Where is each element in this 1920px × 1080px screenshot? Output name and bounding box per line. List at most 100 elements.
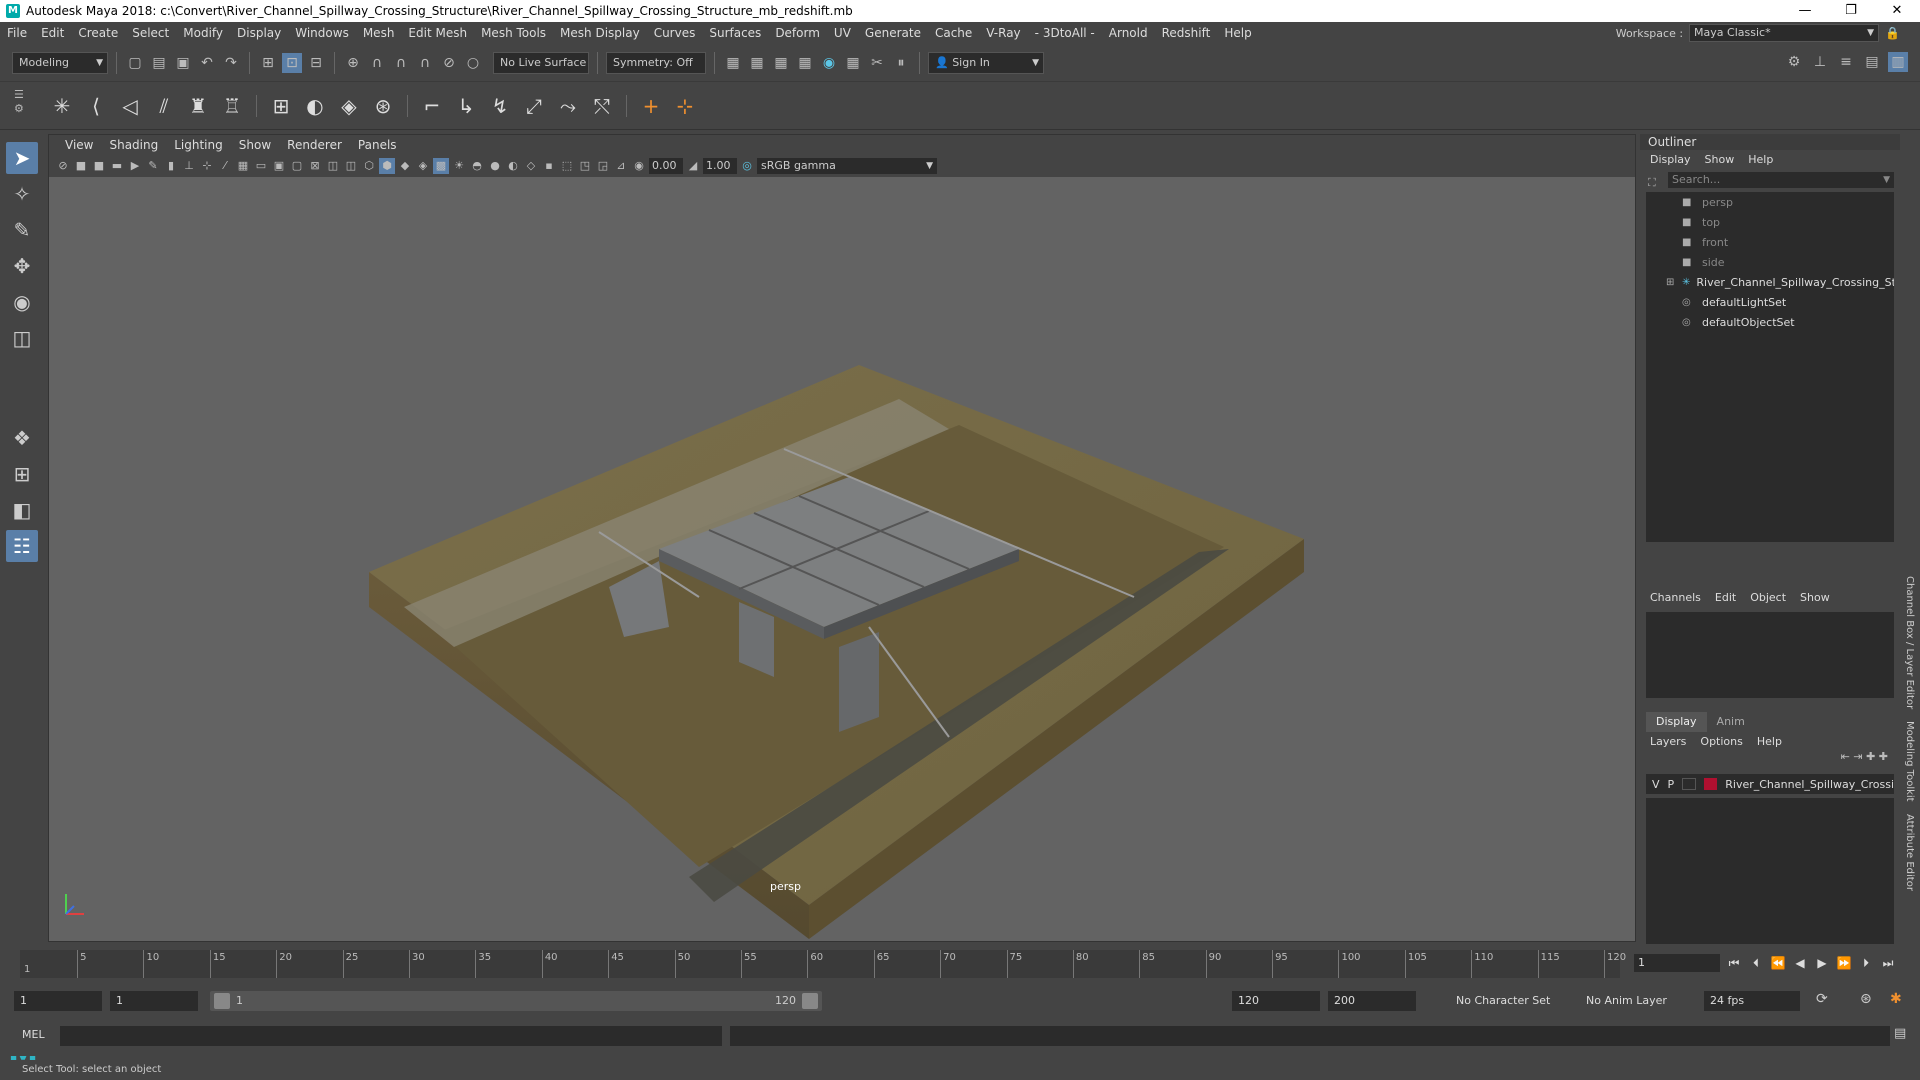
rs-settings-icon[interactable]: ✂ <box>867 53 887 73</box>
move-layer-up-icon[interactable]: ⇤ <box>1841 750 1850 763</box>
safe-title-icon[interactable]: ⊠ <box>307 158 323 174</box>
wireframe-mode-icon[interactable]: ⬡ <box>361 158 377 174</box>
time-slider-track[interactable]: 1 5 10 15 20 25 30 35 40 45 50 55 60 65 70 75 80 85 90 95 1… <box>20 950 1626 978</box>
go-to-start-icon[interactable]: ⏮ <box>1726 954 1742 972</box>
camera-icon[interactable]: ■ <box>73 158 89 174</box>
shadows-icon[interactable]: ☀ <box>451 158 467 174</box>
image-plane-icon[interactable]: ▬ <box>109 158 125 174</box>
constraint-scale-icon[interactable]: ⤢ <box>520 92 548 120</box>
scale-tool-icon[interactable]: ◫ <box>6 322 38 354</box>
loop-icon[interactable]: ⟳ <box>1816 991 1828 1007</box>
range-start-handle[interactable] <box>214 993 230 1009</box>
undo-icon[interactable]: ↶ <box>197 53 217 73</box>
constraint-parent-icon[interactable]: ⌐ <box>418 92 446 120</box>
layer-row[interactable]: V P River_Channel_Spillway_Crossi <box>1646 774 1894 794</box>
outliner-item-top[interactable]: ■ top <box>1646 212 1894 232</box>
quick-rig-icon[interactable]: ⫽ <box>150 92 178 120</box>
playback-end-field[interactable]: 120 <box>1232 991 1320 1011</box>
camera-attributes-icon[interactable]: ⊘ <box>55 158 71 174</box>
outliner-menu-help[interactable]: Help <box>1748 153 1773 166</box>
playback-start-field[interactable]: 1 <box>110 991 198 1011</box>
layer-playback-toggle[interactable]: P <box>1668 778 1675 791</box>
outliner-menu-display[interactable]: Display <box>1650 153 1691 166</box>
textured-icon[interactable]: ◈ <box>415 158 431 174</box>
joint-tool-icon[interactable]: ✳ <box>48 92 76 120</box>
outliner-item-front[interactable]: ■ front <box>1646 232 1894 252</box>
pause-icon[interactable]: ⏸ <box>891 53 911 73</box>
new-scene-icon[interactable]: ▢ <box>125 53 145 73</box>
vp-menu-panels[interactable]: Panels <box>350 138 405 152</box>
step-forward-icon[interactable]: ⏵ <box>1858 954 1874 972</box>
outliner-search-input[interactable]: Search... ▼ <box>1668 172 1894 188</box>
select-object-icon[interactable]: ⊡ <box>282 52 302 73</box>
tab-modeling-toolkit[interactable]: Modeling Toolkit <box>1902 715 1917 808</box>
hypershade-icon[interactable]: ▦ <box>795 53 815 73</box>
field-chart-icon[interactable]: ⁄ <box>217 158 233 174</box>
gamma-field[interactable]: 1.00 <box>703 158 737 174</box>
step-forward-key-icon[interactable]: ⏩ <box>1836 954 1852 972</box>
menu-create[interactable]: Create <box>71 26 125 40</box>
layer-name[interactable]: River_Channel_Spillway_Crossi <box>1725 778 1894 791</box>
chevron-down-icon[interactable]: ▼ <box>1883 172 1890 188</box>
render-icon[interactable]: ▦ <box>723 53 743 73</box>
vp-menu-lighting[interactable]: Lighting <box>166 138 231 152</box>
animation-start-field[interactable]: 1 <box>14 991 102 1011</box>
motion-blur-icon[interactable]: ● <box>487 158 503 174</box>
safe-action-icon[interactable]: ⊹ <box>199 158 215 174</box>
menu-help[interactable]: Help <box>1217 26 1258 40</box>
layers-menu-options[interactable]: Options <box>1700 735 1742 748</box>
tab-attribute-editor[interactable]: Attribute Editor <box>1902 808 1917 897</box>
vp-menu-view[interactable]: View <box>57 138 101 152</box>
menu-select[interactable]: Select <box>125 26 176 40</box>
ik-handle-icon[interactable]: ⟨ <box>82 92 110 120</box>
menu-edit[interactable]: Edit <box>34 26 71 40</box>
ipr-render-icon[interactable]: ▦ <box>747 53 767 73</box>
outliner-item-side[interactable]: ■ side <box>1646 252 1894 272</box>
lasso-tool-icon[interactable]: ✧ <box>6 178 38 210</box>
channel-box-toggle-icon[interactable]: ▤ <box>1862 52 1882 72</box>
tool-settings-toggle-icon[interactable]: ≡ <box>1836 52 1856 72</box>
film-gate-icon[interactable]: ▮ <box>163 158 179 174</box>
attribute-editor-toggle-icon[interactable]: ⊥ <box>1810 52 1830 72</box>
workspace-dropdown[interactable]: Maya Classic* ▼ <box>1689 24 1880 42</box>
select-tool-icon[interactable]: ➤ <box>6 142 38 174</box>
menu-cache[interactable]: Cache <box>928 26 979 40</box>
vp-menu-shading[interactable]: Shading <box>101 138 166 152</box>
xray-joints-icon[interactable]: ◳ <box>577 158 593 174</box>
play-backward-icon[interactable]: ◀ <box>1792 954 1808 972</box>
menu-redshift[interactable]: Redshift <box>1155 26 1218 40</box>
constraint-pole-icon[interactable]: ⤲ <box>588 92 616 120</box>
sign-in-dropdown[interactable]: 👤 Sign In ▼ <box>928 51 1044 74</box>
gate-mask-icon[interactable]: ▣ <box>271 158 287 174</box>
tab-channel-box-layer-editor[interactable]: Channel Box / Layer Editor <box>1902 570 1917 715</box>
menu-surfaces[interactable]: Surfaces <box>702 26 768 40</box>
constraint-aim-icon[interactable]: ⤳ <box>554 92 582 120</box>
exposure-field[interactable]: 0.00 <box>649 158 683 174</box>
menu-modify[interactable]: Modify <box>176 26 230 40</box>
backface-culling-icon[interactable]: ⊿ <box>613 158 629 174</box>
menu-file[interactable]: File <box>0 26 34 40</box>
outliner-menu-show[interactable]: Show <box>1705 153 1735 166</box>
expand-icon[interactable]: ⊞ <box>1666 277 1674 288</box>
transfer-icon[interactable]: ⊹ <box>671 92 699 120</box>
rotate-tool-icon[interactable]: ◉ <box>6 286 38 318</box>
menu-mesh-tools[interactable]: Mesh Tools <box>474 26 553 40</box>
color-management-icon[interactable]: ◎ <box>739 158 755 174</box>
vp-menu-show[interactable]: Show <box>231 138 279 152</box>
menu-3dtoall[interactable]: - 3DtoAll - <box>1028 26 1102 40</box>
redshift-render-icon[interactable]: ◉ <box>819 53 839 73</box>
play-forward-icon[interactable]: ▶ <box>1814 954 1830 972</box>
command-input[interactable] <box>60 1026 722 1046</box>
fps-dropdown[interactable]: 24 fps <box>1704 991 1800 1011</box>
minimize-button[interactable]: — <box>1782 0 1828 22</box>
open-scene-icon[interactable]: ▤ <box>149 53 169 73</box>
layer-visibility-toggle[interactable]: V <box>1652 778 1660 791</box>
multisample-icon[interactable]: ◐ <box>505 158 521 174</box>
constraint-orient-icon[interactable]: ↯ <box>486 92 514 120</box>
menu-mesh[interactable]: Mesh <box>356 26 402 40</box>
smooth-shade-icon[interactable]: ⬢ <box>379 158 395 174</box>
shelf-menu-icon[interactable]: ☰ ⚙ <box>14 88 24 116</box>
outliner-layout-icon[interactable]: ☷ <box>6 530 38 562</box>
single-perspective-layout-icon[interactable]: ❖ <box>6 422 38 454</box>
step-back-key-icon[interactable]: ⏪ <box>1770 954 1786 972</box>
